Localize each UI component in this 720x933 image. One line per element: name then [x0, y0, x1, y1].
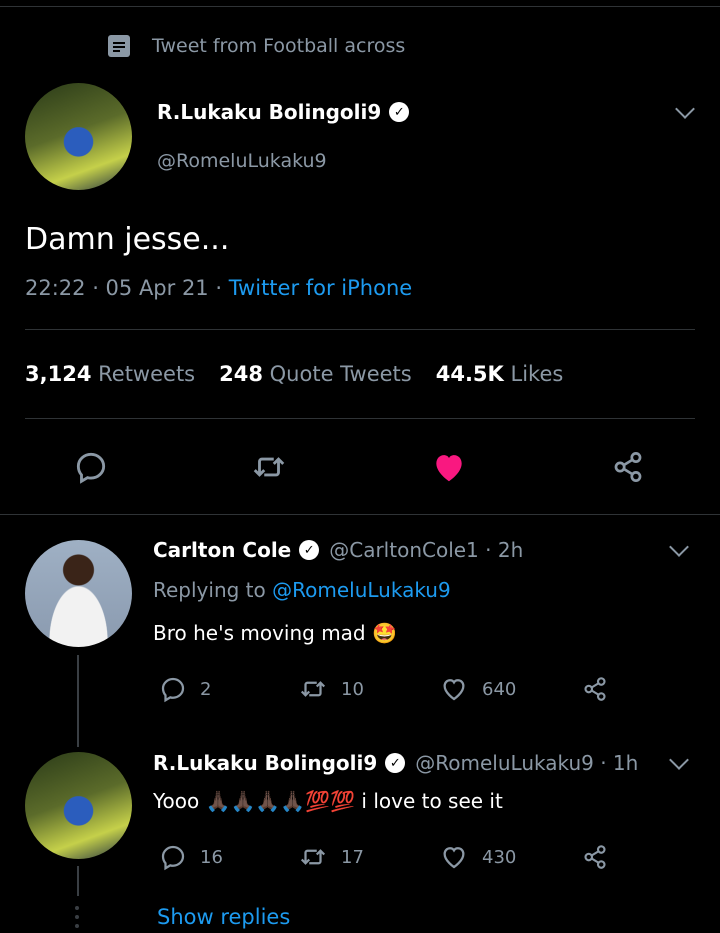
replying-to: Replying to @RomeluLukaku9: [153, 578, 451, 602]
reply-button[interactable]: 2: [158, 674, 211, 704]
retweet-count: 10: [341, 678, 364, 700]
avatar[interactable]: [25, 83, 132, 190]
heart-icon: [436, 455, 462, 482]
context-text: Tweet from Football across: [152, 35, 406, 57]
thread-line: [77, 655, 79, 747]
heart-icon: [443, 847, 465, 869]
likes-count: 44.5K: [435, 362, 504, 386]
thread-dots: [75, 906, 80, 933]
divider: [25, 418, 695, 419]
verified-icon: ✓: [299, 540, 320, 560]
retweet-count: 17: [341, 846, 364, 868]
replying-prefix: Replying to: [153, 578, 273, 602]
reply-count: 2: [200, 678, 212, 700]
retweets-stat[interactable]: 3,124 Retweets: [25, 362, 195, 386]
reply-icon: [76, 452, 106, 484]
share-button[interactable]: [580, 842, 610, 872]
quotes-count: 248: [219, 362, 263, 386]
chevron-down-icon[interactable]: [669, 537, 689, 557]
tweet-text: Damn jesse...: [25, 222, 230, 257]
reply-button[interactable]: 16: [158, 842, 223, 872]
reply-header: R.Lukaku Bolingoli9 ✓ @RomeluLukaku9 · 1…: [153, 751, 638, 775]
reply-icon: [161, 845, 185, 871]
share-icon: [584, 845, 606, 869]
share-button[interactable]: [580, 674, 610, 704]
tweet-source-link[interactable]: Twitter for iPhone: [229, 276, 413, 300]
like-button[interactable]: 640: [438, 674, 516, 704]
quotes-stat[interactable]: 248 Quote Tweets: [219, 362, 412, 386]
retweet-icon: [300, 849, 326, 865]
reply-icon: [161, 677, 185, 703]
retweet-button[interactable]: 10: [297, 674, 364, 704]
author-name-text: R.Lukaku Bolingoli9: [157, 100, 382, 124]
like-count: 430: [482, 846, 517, 868]
divider: [25, 329, 695, 330]
retweet-button[interactable]: 17: [297, 842, 364, 872]
reply-author-name[interactable]: Carlton Cole: [153, 538, 291, 562]
thread-line: [77, 866, 79, 896]
retweets-label: Retweets: [98, 362, 196, 386]
share-icon: [614, 452, 642, 482]
quotes-label: Quote Tweets: [269, 362, 412, 386]
retweet-icon: [300, 681, 326, 697]
author-name[interactable]: R.Lukaku Bolingoli9 ✓: [157, 100, 410, 124]
reply-count: 16: [200, 846, 223, 868]
share-button[interactable]: [609, 448, 647, 486]
retweet-icon: [253, 457, 285, 477]
replying-to-handle[interactable]: @RomeluLukaku9: [272, 578, 451, 602]
like-button[interactable]: [429, 448, 469, 486]
reply-header: Carlton Cole ✓ @CarltonCole1 · 2h: [153, 538, 523, 562]
heart-icon: [443, 679, 465, 701]
likes-stat[interactable]: 44.5K Likes: [436, 362, 564, 386]
avatar[interactable]: [25, 540, 132, 647]
like-button[interactable]: 430: [438, 842, 516, 872]
tweet-meta: 22:22 · 05 Apr 21 · Twitter for iPhone: [25, 276, 412, 300]
tweet-time: 22:22 · 05 Apr 21 ·: [25, 276, 229, 300]
tweet-stats: 3,124 Retweets 248 Quote Tweets 44.5K Li…: [25, 362, 563, 386]
avatar[interactable]: [25, 752, 132, 859]
reply-text: Yooo 🙏🏿🙏🏿🙏🏿🙏🏿💯💯 i love to see it: [153, 789, 503, 813]
retweets-count: 3,124: [25, 362, 92, 386]
show-replies-link[interactable]: Show replies: [157, 905, 290, 929]
chevron-down-icon[interactable]: [669, 750, 689, 770]
reply-text: Bro he's moving mad 🤩: [153, 621, 397, 645]
like-count: 640: [482, 678, 517, 700]
likes-label: Likes: [510, 362, 564, 386]
list-icon: [108, 35, 130, 57]
chevron-down-icon[interactable]: [675, 99, 695, 119]
reply-handle-time[interactable]: @CarltonCole1 · 2h: [329, 538, 523, 562]
retweet-button[interactable]: [249, 448, 289, 486]
verified-icon: ✓: [389, 102, 410, 122]
tweet-context[interactable]: Tweet from Football across: [108, 33, 405, 59]
verified-icon: ✓: [385, 753, 406, 773]
reply-handle-time[interactable]: @RomeluLukaku9 · 1h: [415, 751, 638, 775]
reply-button[interactable]: [72, 448, 110, 486]
top-divider: [0, 6, 720, 7]
author-handle[interactable]: @RomeluLukaku9: [157, 150, 327, 172]
divider: [0, 514, 720, 515]
share-icon: [584, 677, 606, 701]
reply-author-name[interactable]: R.Lukaku Bolingoli9: [153, 751, 377, 775]
